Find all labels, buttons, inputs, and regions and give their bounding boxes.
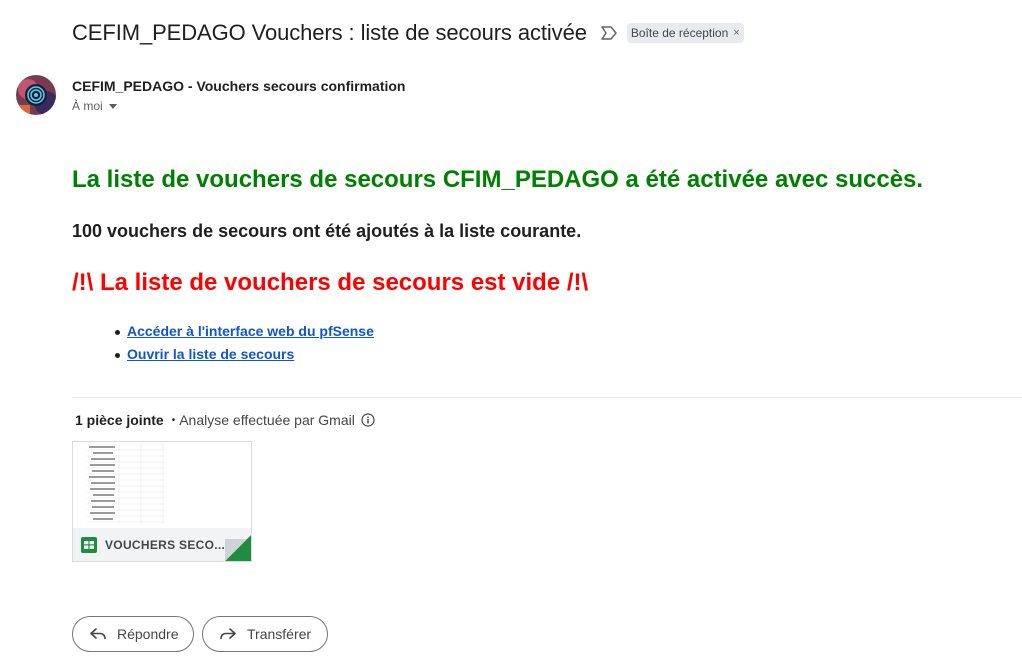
sender-avatar[interactable] — [16, 75, 56, 115]
forward-button[interactable]: Transférer — [202, 616, 328, 652]
inbox-label-chip[interactable]: Boîte de réception × — [626, 23, 744, 43]
recipient-details[interactable]: À moi — [72, 99, 117, 113]
remove-label-icon[interactable]: × — [733, 25, 739, 41]
forward-label: Transférer — [247, 626, 312, 642]
inbox-label-text: Boîte de réception — [630, 26, 729, 40]
separator-dot: • — [171, 414, 176, 426]
scan-status: Analyse effectuée par Gmail — [179, 412, 355, 428]
list-item: Ouvrir la liste de secours — [107, 346, 374, 369]
email-subject: CEFIM_PEDAGO Vouchers : liste de secours… — [72, 20, 587, 45]
added-vouchers-text: 100 vouchers de secours ont été ajoutés … — [72, 221, 582, 241]
success-heading: La liste de vouchers de secours CFIM_PED… — [72, 166, 924, 193]
backup-list-link[interactable]: Ouvrir la liste de secours — [127, 346, 294, 362]
attachment-thumbnail — [73, 442, 251, 528]
bullet-icon — [115, 330, 120, 335]
reply-button[interactable]: Répondre — [72, 616, 194, 652]
importance-marker-icon[interactable] — [601, 26, 617, 40]
sender-name: CEFIM_PEDAGO - Vouchers secours confirma… — [72, 78, 406, 94]
bullet-icon — [115, 353, 120, 358]
pfsense-web-link[interactable]: Accéder à l'interface web du pfSense — [127, 323, 374, 339]
attachment-filename: VOUCHERS SECO... — [105, 537, 226, 552]
attachments-header: 1 pièce jointe • Analyse effectuée par G… — [75, 412, 375, 428]
subject-row: CEFIM_PEDAGO Vouchers : liste de secours… — [72, 20, 744, 46]
reply-label: Répondre — [117, 626, 179, 642]
empty-list-warning: /!\ La liste de vouchers de secours est … — [72, 269, 589, 296]
spreadsheet-preview — [87, 444, 165, 524]
reply-icon — [90, 628, 106, 640]
list-item: Accéder à l'interface web du pfSense — [107, 323, 374, 346]
forward-icon — [220, 628, 236, 640]
attachment-card[interactable]: VOUCHERS SECO... — [72, 441, 252, 562]
google-sheets-icon — [81, 536, 97, 553]
file-fold-icon — [225, 535, 251, 561]
links-list: Accéder à l'interface web du pfSense Ouv… — [107, 323, 374, 369]
attachment-count: 1 pièce jointe — [75, 412, 164, 428]
chevron-down-icon[interactable] — [108, 103, 117, 109]
recipient-text: À moi — [72, 99, 103, 113]
divider — [72, 397, 1022, 398]
info-icon[interactable] — [361, 413, 375, 427]
